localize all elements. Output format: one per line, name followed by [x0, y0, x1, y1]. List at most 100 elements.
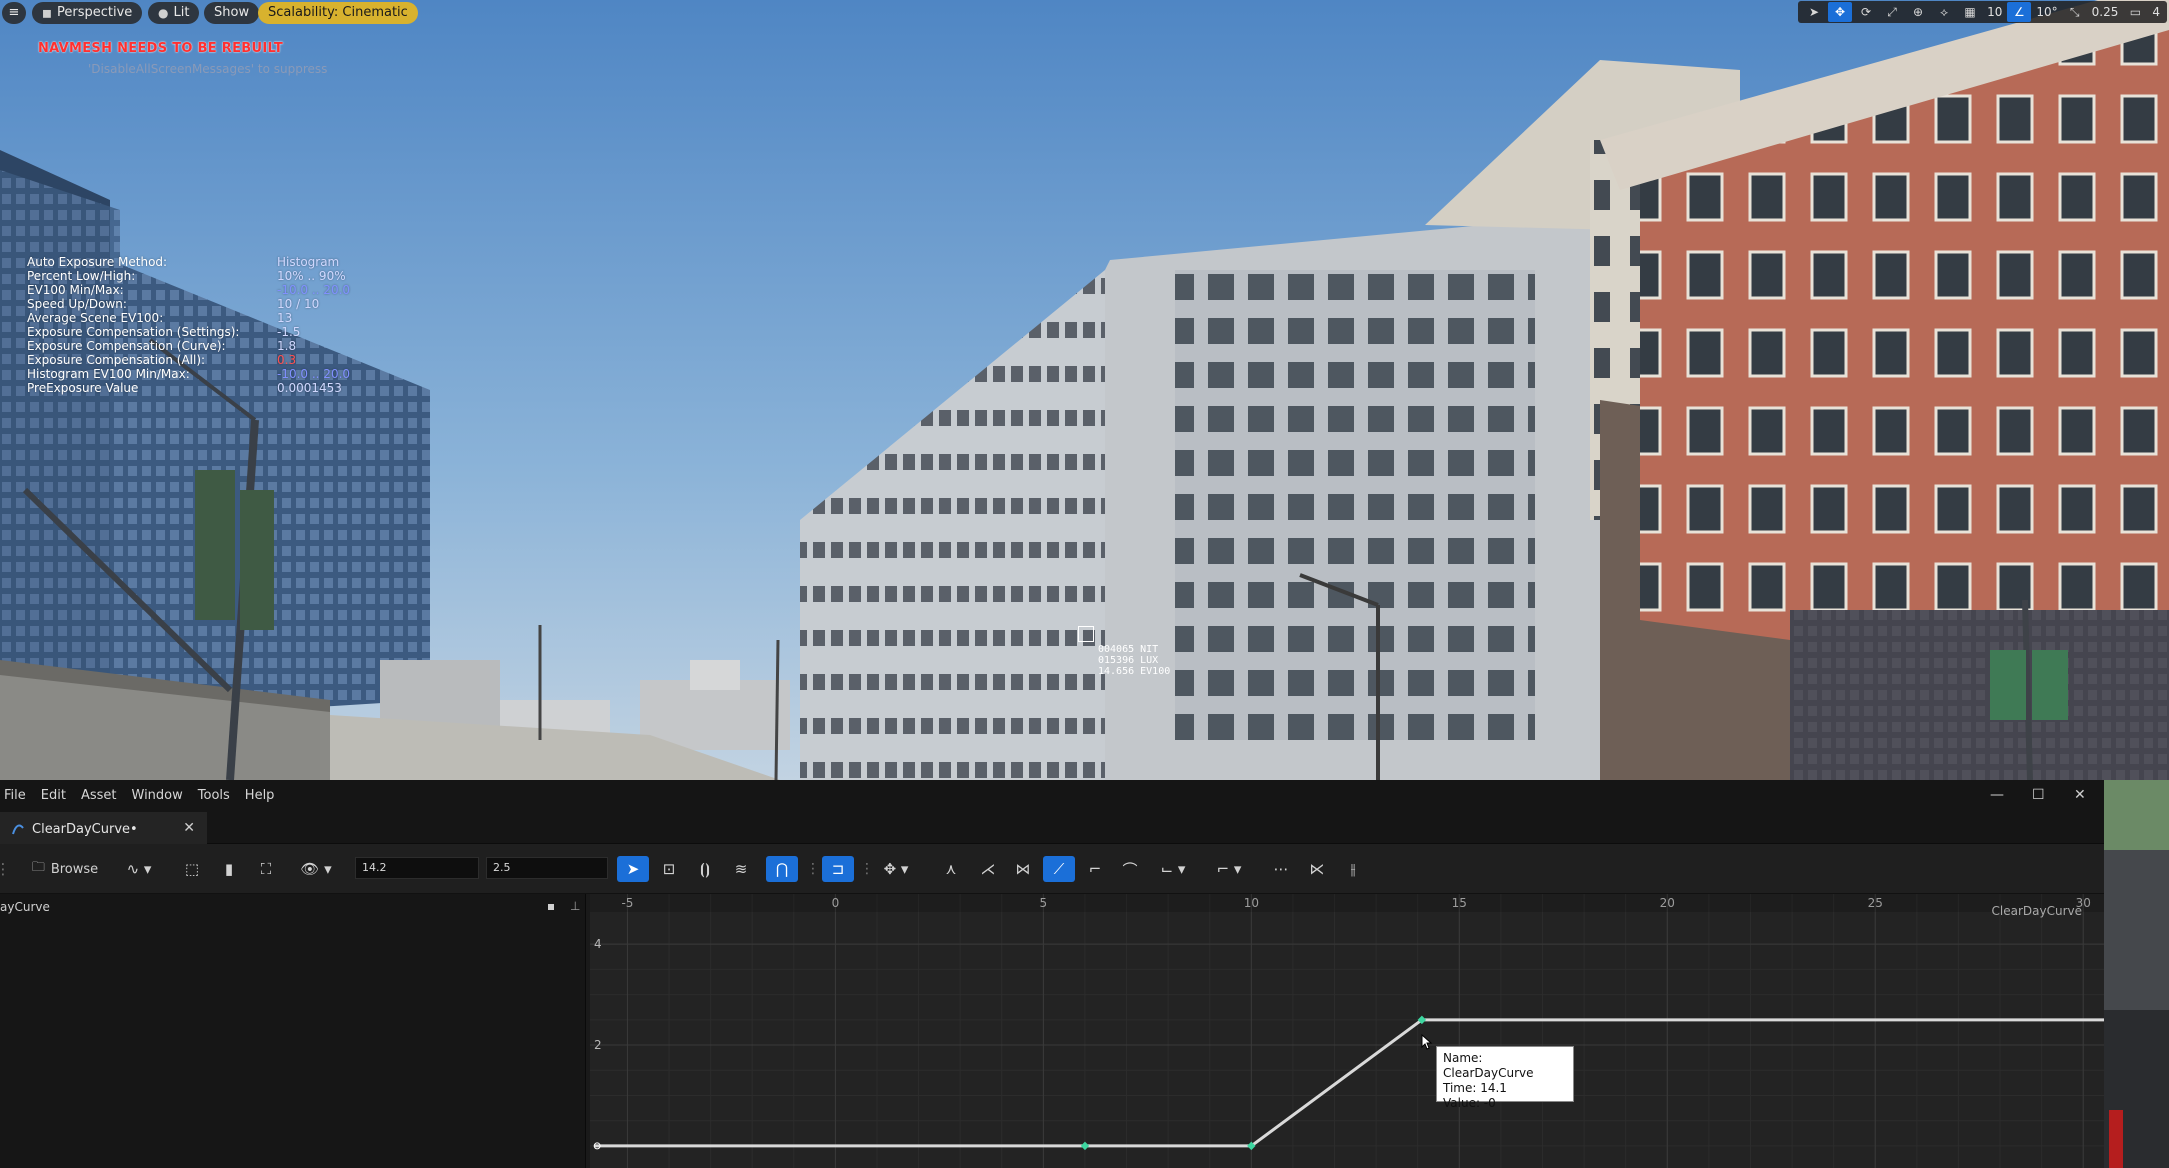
surface-snap-toggle[interactable]: ⟡: [1932, 2, 1956, 22]
curve-line[interactable]: [594, 1018, 2104, 1148]
fit-icon: ⊡: [662, 860, 676, 878]
camera-speed-value[interactable]: 4: [2149, 2, 2163, 22]
exposure-value: -1.5: [277, 325, 301, 339]
exposure-row: Average Scene EV100: 13: [27, 311, 350, 325]
close-icon: ✕: [2074, 787, 2086, 803]
luminance-line: 004065 NIT: [1098, 644, 1159, 655]
curves-icon: ≋: [734, 860, 748, 878]
tab-clear-day-curve[interactable]: ClearDayCurve• ✕: [0, 812, 207, 844]
linear-interp-button[interactable]: ⟋: [1043, 856, 1075, 882]
pointer-icon: ➤: [626, 860, 640, 878]
exposure-label: Histogram EV100 Min/Max:: [27, 367, 190, 381]
exposure-value: 10 / 10: [277, 297, 320, 311]
hamburger-menu-icon: ≡: [8, 5, 20, 20]
maximize-button[interactable]: ☐: [2032, 780, 2045, 810]
post-infinity-dropdown[interactable]: ⌐ ▾: [1208, 856, 1250, 882]
key-value-input[interactable]: 2.5: [486, 857, 608, 879]
post-infinity-icon: ⌐ ▾: [1216, 860, 1242, 878]
scale-snap-value[interactable]: 0.25: [2089, 2, 2122, 22]
camera-speed-button[interactable]: ▭: [2123, 2, 2147, 22]
exposure-label: Exposure Compensation (Settings):: [27, 325, 240, 339]
viewport-menu-button[interactable]: ≡: [2, 2, 26, 24]
snap-time-button[interactable]: ⊐: [822, 856, 854, 882]
exposure-label: Exposure Compensation (Curve):: [27, 339, 226, 353]
pin-icon[interactable]: ⊥: [570, 899, 580, 913]
grid-snap-toggle[interactable]: ▦: [1958, 2, 1982, 22]
level-viewport[interactable]: ≡ ◼ Perspective ● Lit Show Scalability: …: [0, 0, 2169, 780]
exposure-row: Exposure Compensation (Curve): 1.8: [27, 339, 350, 353]
zoom-to-fit-button[interactable]: ⊡: [656, 856, 682, 882]
menu-item-edit[interactable]: Edit: [37, 788, 77, 803]
curve-view-mode-dropdown[interactable]: ∿ ▾: [120, 856, 158, 882]
rotation-snap-toggle[interactable]: ∠: [2007, 2, 2032, 22]
menu-item-asset[interactable]: Asset: [77, 788, 128, 803]
world-local-toggle[interactable]: ⊕: [1906, 2, 1930, 22]
user-tangents-button[interactable]: ⋌: [975, 856, 1001, 882]
key-tooltip: Name: ClearDayCurve Time: 14.1 Value: -0: [1436, 1046, 1574, 1110]
scale-mode-button[interactable]: ⤢: [1880, 2, 1904, 22]
menu-item-window[interactable]: Window: [128, 788, 194, 803]
curve-key[interactable]: [1080, 1141, 1090, 1151]
exposure-row: Speed Up/Down: 10 / 10: [27, 297, 350, 311]
close-window-button[interactable]: ✕: [2074, 780, 2086, 810]
curve-graph-canvas[interactable]: -505101520253024: [590, 894, 2104, 1168]
unreal-editor-window: ≡ ◼ Perspective ● Lit Show Scalability: …: [0, 0, 2169, 1168]
rotation-snap-value[interactable]: 10°: [2033, 2, 2060, 22]
auto-exposure-debug: Auto Exposure Method: Histogram Percent Lo…: [27, 255, 350, 395]
scale-snap-icon: ⤡: [2069, 4, 2080, 19]
select-mode-button[interactable]: ➤: [1802, 2, 1826, 22]
scalability-button[interactable]: Scalability: Cinematic: [258, 2, 418, 24]
flatten-icon: ⋉: [1309, 860, 1325, 878]
show-button[interactable]: Show: [204, 2, 260, 24]
constant-icon: ⌐: [1088, 860, 1102, 878]
view-mode-button[interactable]: ● Lit: [148, 2, 200, 24]
break-tangents-button[interactable]: ⋈: [1010, 856, 1036, 882]
browse-button[interactable]: 🗀 Browse: [26, 856, 104, 882]
select-tool-button[interactable]: ➤: [617, 856, 649, 882]
pre-infinity-dropdown[interactable]: ⌙ ▾: [1152, 856, 1194, 882]
exposure-value: 13: [277, 311, 293, 325]
curve-display-button[interactable]: ≋: [728, 856, 754, 882]
snap-value-button[interactable]: ⋂: [766, 856, 798, 882]
perspective-button[interactable]: ◼ Perspective: [32, 2, 143, 24]
straighten-tangents-button[interactable]: ⋯: [1268, 856, 1294, 882]
luminance-line: 015396 LUX: [1098, 655, 1159, 666]
select-keys-button[interactable]: ⬚: [180, 856, 204, 882]
exposure-value: -10.0 .. 20.0: [277, 367, 351, 381]
transform-tool-dropdown[interactable]: ✥ ▾: [878, 856, 914, 882]
menu-bar: File Edit Asset Window Tools Help: [0, 780, 2104, 810]
flatten-button[interactable]: ⋉: [1304, 856, 1330, 882]
luminance-line: 14.656 EV100: [1098, 666, 1171, 677]
exposure-row: Auto Exposure Method: Histogram: [27, 255, 350, 269]
visibility-dropdown[interactable]: 👁 ▾: [296, 856, 336, 882]
pan-tool-button[interactable]: ▮: [218, 856, 240, 882]
key-time-input[interactable]: 14.2: [355, 857, 479, 879]
rotate-mode-button[interactable]: ⟳: [1854, 2, 1878, 22]
curve-asset-editor: File Edit Asset Window Tools Help — ☐ ✕ Clear…: [0, 780, 2104, 1168]
key-add-button[interactable]: ⫲: [1340, 856, 1366, 882]
document-tab-bar: ClearDayCurve• ✕: [0, 810, 2104, 844]
frame-icon: ⛶: [260, 860, 272, 878]
exposure-label: Speed Up/Down:: [27, 297, 127, 311]
angle-icon: ∠: [2013, 5, 2025, 19]
minimize-button[interactable]: —: [1990, 780, 2004, 810]
tooltip-value: Value: -0: [1443, 1096, 1496, 1110]
menu-item-file[interactable]: File: [0, 788, 37, 803]
close-tab-icon[interactable]: ✕: [183, 820, 195, 836]
weighted-tangents-button[interactable]: ⌒: [1117, 856, 1143, 882]
grid-snap-value[interactable]: 10: [1984, 2, 2005, 22]
frame-all-button[interactable]: ⛶: [254, 856, 278, 882]
scale-snap-toggle[interactable]: ⤡: [2063, 2, 2087, 22]
menu-item-tools[interactable]: Tools: [194, 788, 241, 803]
move-icon: ✥ ▾: [883, 860, 909, 878]
translate-mode-button[interactable]: ✥: [1828, 2, 1853, 22]
tree-item-curve[interactable]: ayCurve: [0, 900, 50, 914]
curve-graph[interactable]: -505101520253024 ClearDayCurve: [590, 894, 2104, 1168]
time-ruler[interactable]: [590, 894, 2104, 912]
flatten-tangents-button[interactable]: ⋏: [938, 856, 964, 882]
frame-selection-button[interactable]: ⦗⦘: [692, 856, 718, 882]
toolbar-separator: ⋮: [806, 861, 820, 877]
constant-interp-button[interactable]: ⌐: [1082, 856, 1108, 882]
menu-item-help[interactable]: Help: [241, 788, 286, 803]
exposure-value: 0.3: [277, 353, 297, 367]
